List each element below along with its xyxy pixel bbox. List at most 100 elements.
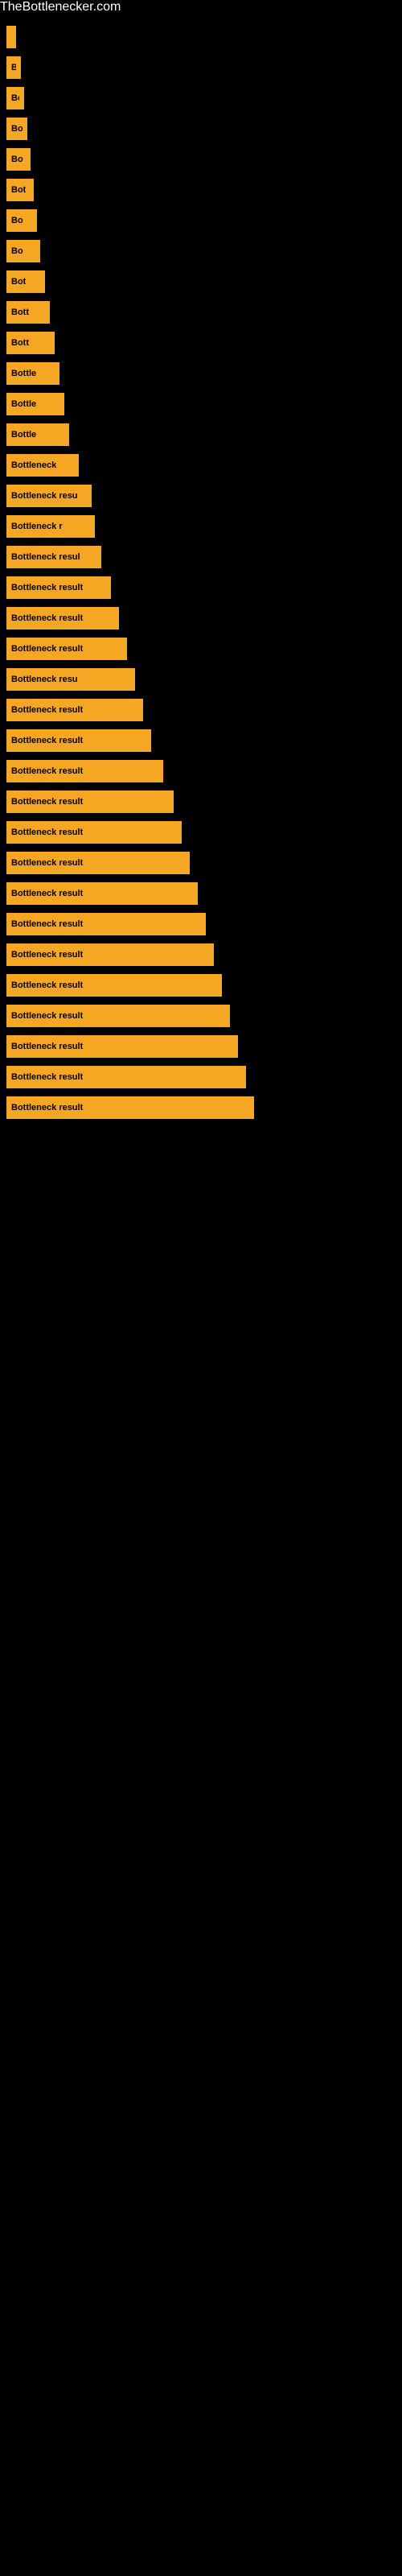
bar-item: Bottleneck result [6, 821, 182, 844]
bar-row: Bottleneck [0, 451, 402, 480]
bar-row: Bottleneck result [0, 726, 402, 755]
bar-item: Bottleneck result [6, 1096, 254, 1119]
bar-label: Bottleneck result [11, 766, 83, 776]
bar-row: Bottleneck result [0, 604, 402, 633]
bar-row: Bottle [0, 420, 402, 449]
bar-row: Bot [0, 175, 402, 204]
bar-item: Bott [6, 332, 55, 354]
bar-item: Bottleneck result [6, 1005, 230, 1027]
bar-label: Bo [11, 216, 23, 225]
bar-row: Bottleneck r [0, 512, 402, 541]
bar-item: Bottleneck result [6, 607, 119, 630]
bar-item: Bo [6, 87, 24, 109]
bar-row: Bo [0, 145, 402, 174]
bar-row: Bottleneck resu [0, 665, 402, 694]
bar-item: Bottleneck resu [6, 668, 135, 691]
bar-label: Bo [11, 246, 23, 256]
bar-label: Bot [11, 185, 26, 195]
bar-item: Bottleneck result [6, 882, 198, 905]
bar-item: Bottleneck result [6, 576, 111, 599]
bar-label: Bottleneck result [11, 705, 83, 715]
bar-row: Bottleneck result [0, 1093, 402, 1122]
bar-row: Bottleneck result [0, 1032, 402, 1061]
bar-item: Bot [6, 179, 34, 201]
bar-label: Bottleneck result [11, 1072, 83, 1082]
bar-label: Bottleneck result [11, 1011, 83, 1021]
bar-row: Bottleneck resu [0, 481, 402, 510]
bar-label: Bottleneck resul [11, 552, 80, 562]
bar-item: Bottle [6, 362, 59, 385]
bar-row: Bottleneck result [0, 879, 402, 908]
bar-label: Bo [11, 155, 23, 164]
bar-label: Bottleneck result [11, 583, 83, 592]
bar-item: Bottleneck [6, 454, 79, 477]
bar-label: Bottle [11, 430, 36, 440]
bar-item: Bottleneck result [6, 791, 174, 813]
bar-label: B [11, 63, 16, 72]
bar-item: Bottleneck r [6, 515, 95, 538]
bar-item: Bottleneck result [6, 943, 214, 966]
bar-label: Bottleneck result [11, 889, 83, 898]
bar-item: Bo [6, 118, 27, 140]
bar-item: Bottleneck result [6, 638, 127, 660]
site-title: TheBottlenecker.com [0, 0, 121, 20]
bar-item: Bottleneck result [6, 1035, 238, 1058]
bar-label: Bottleneck result [11, 613, 83, 623]
bar-row: Bo [0, 237, 402, 266]
bar-row: B [0, 23, 402, 52]
site-title-bar: TheBottlenecker.com [0, 0, 402, 14]
bar-label: Bot [11, 277, 26, 287]
bar-label: Bottleneck [11, 460, 56, 470]
bar-label: Bottleneck result [11, 1103, 83, 1113]
bar-item: Bottleneck result [6, 1066, 246, 1088]
bar-item: B [6, 26, 16, 48]
bar-item: Bo [6, 240, 40, 262]
bar-row: Bottleneck result [0, 573, 402, 602]
bar-label: Bottleneck result [11, 919, 83, 929]
bar-label: Bottleneck result [11, 1042, 83, 1051]
bar-row: Bottle [0, 390, 402, 419]
bar-row: Bottleneck result [0, 818, 402, 847]
bar-row: Bott [0, 298, 402, 327]
bar-row: Bottleneck result [0, 1063, 402, 1092]
bar-item: Bottle [6, 423, 69, 446]
bar-row: Bottleneck resul [0, 543, 402, 572]
bar-label: Bottleneck result [11, 858, 83, 868]
bar-item: Bottleneck resu [6, 485, 92, 507]
bar-item: Bo [6, 148, 31, 171]
bar-row: Bott [0, 328, 402, 357]
bars-container: B B Bo Bo Bo Bot Bo Bo Bot Bott Bott Bottle Bottle Bo… [0, 14, 402, 1132]
bar-label: Bottle [11, 399, 36, 409]
bar-row: Bo [0, 114, 402, 143]
bar-label: Bo [11, 93, 19, 103]
bar-item: Bottleneck result [6, 852, 190, 874]
bar-item: Bottleneck result [6, 913, 206, 935]
bar-row: B [0, 53, 402, 82]
bar-label: Bott [11, 338, 29, 348]
bar-label: Bottle [11, 369, 36, 378]
bar-row: Bottleneck result [0, 940, 402, 969]
bar-row: Bottleneck result [0, 910, 402, 939]
bar-row: Bottleneck result [0, 634, 402, 663]
bar-row: Bottleneck result [0, 1001, 402, 1030]
bar-label: Bott [11, 308, 29, 317]
bar-label: Bottleneck result [11, 950, 83, 960]
bar-item: B [6, 56, 21, 79]
bar-label: Bottleneck result [11, 980, 83, 990]
bar-row: Bo [0, 84, 402, 113]
bar-label: Bottleneck result [11, 797, 83, 807]
bar-row: Bottleneck result [0, 787, 402, 816]
bar-item: Bottleneck result [6, 699, 143, 721]
bar-item: Bott [6, 301, 50, 324]
bar-label: Bo [11, 124, 23, 134]
bar-label: Bottleneck result [11, 828, 83, 837]
bar-item: Bottleneck result [6, 974, 222, 997]
bar-item: Bo [6, 209, 37, 232]
bar-item: Bottleneck resul [6, 546, 101, 568]
bar-item: Bot [6, 270, 45, 293]
bar-row: Bottleneck result [0, 971, 402, 1000]
bar-item: Bottleneck result [6, 760, 163, 782]
bar-label: Bottleneck r [11, 522, 63, 531]
bar-row: Bottleneck result [0, 696, 402, 724]
bar-item: Bottle [6, 393, 64, 415]
